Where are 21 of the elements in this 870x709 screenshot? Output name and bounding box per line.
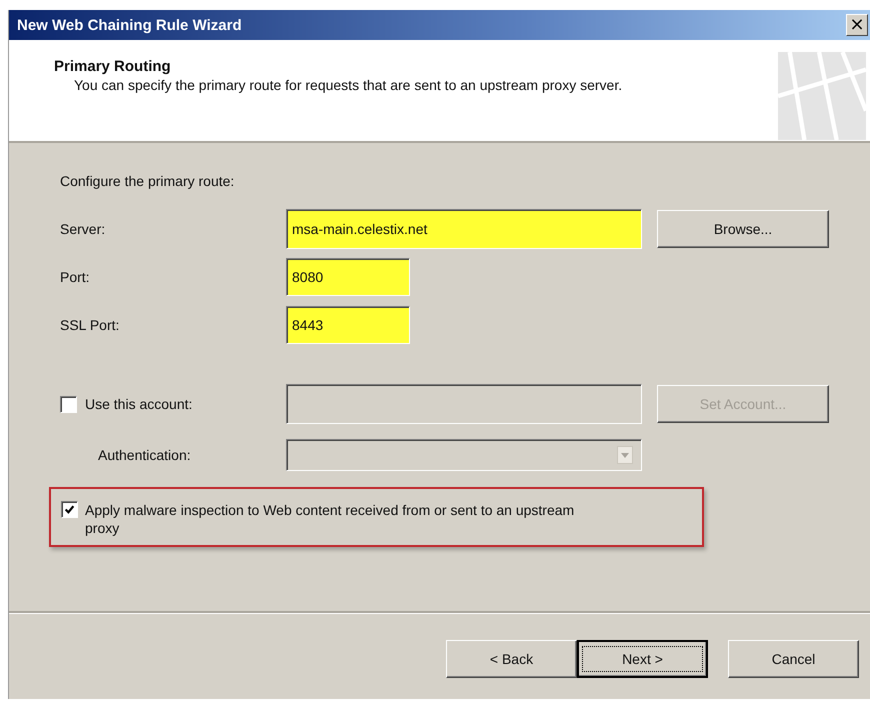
field-label: Server: [60, 221, 106, 237]
checkbox[interactable] [60, 396, 77, 412]
section-label: Configure the primary route: [60, 173, 236, 189]
text-field[interactable]: msa-main.celestix.net [286, 209, 642, 249]
page-title: Primary Routing [54, 58, 172, 75]
text-field[interactable]: 8443 [286, 306, 410, 344]
field-label: Authentication: [97, 447, 192, 463]
page-description: You can specify the primary route for requests that are sent to an upstream proxy server. [73, 76, 624, 95]
field-label: SSL Port: [60, 317, 120, 333]
wizard-button[interactable]: Cancel [728, 640, 859, 678]
checkbox-label: Apply malware inspection to Web content received from or sent to an upstream proxy [85, 501, 576, 537]
check-icon [64, 504, 75, 515]
browse-button[interactable]: Browse... [657, 210, 829, 248]
field-label: Port: [60, 269, 91, 285]
wizard-button[interactable]: < Back [446, 640, 577, 678]
wizard-button[interactable]: Next > [577, 640, 708, 678]
checkbox-label: Use this account: [85, 396, 192, 412]
text-field[interactable]: 8080 [286, 258, 410, 296]
window-title: New Web Chaining Rule Wizard [17, 16, 242, 34]
close-button[interactable]: × [846, 14, 868, 36]
checkbox[interactable] [61, 501, 78, 518]
